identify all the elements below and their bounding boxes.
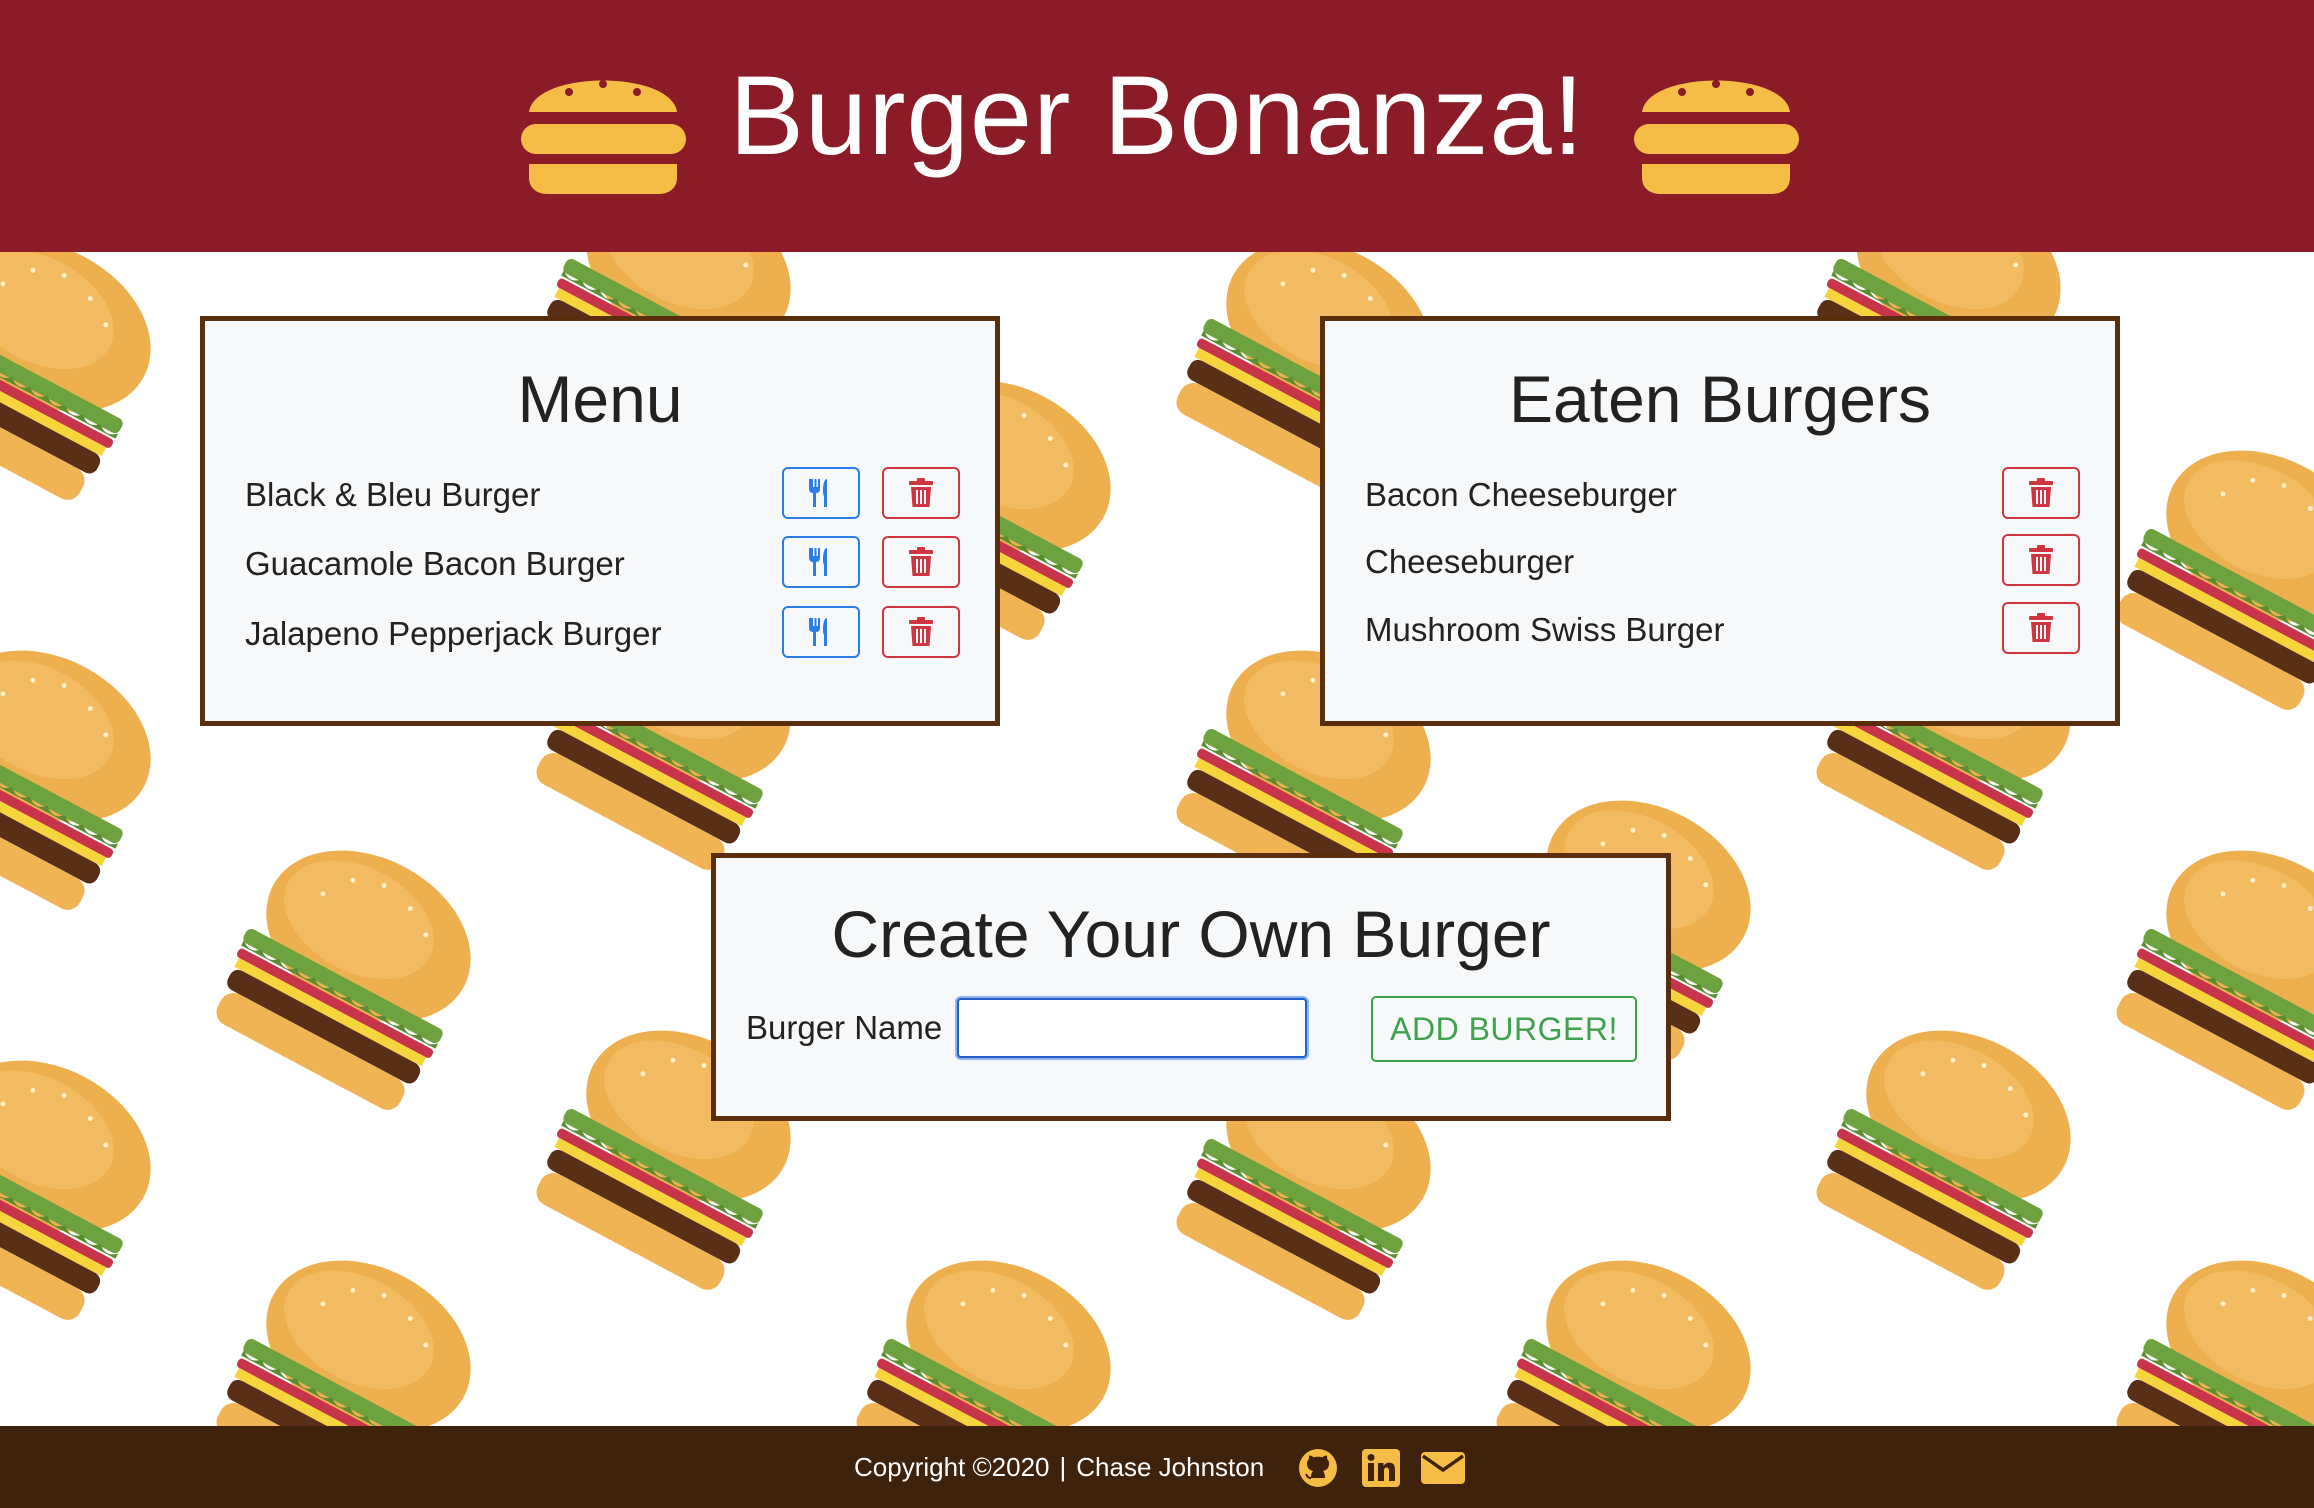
- copyright-text: Copyright ©2020: [854, 1452, 1050, 1482]
- menu-row: Jalapeno Pepperjack Burger: [245, 606, 960, 662]
- delete-button[interactable]: [2002, 534, 2080, 586]
- trash-icon: [909, 617, 933, 646]
- delete-button[interactable]: [2002, 467, 2080, 519]
- utensils-icon: [809, 479, 827, 507]
- menu-card: Menu Black & Bleu Burger Guacamole Bacon…: [200, 316, 1000, 726]
- utensils-icon: [809, 618, 827, 646]
- site-footer: Copyright ©2020 | Chase Johnston: [0, 1426, 2314, 1508]
- trash-icon: [2029, 478, 2053, 507]
- devour-button[interactable]: [782, 467, 860, 519]
- linkedin-icon[interactable]: [1361, 1448, 1401, 1488]
- burger-name: Cheeseburger: [1365, 543, 1575, 580]
- burger-name-input[interactable]: [955, 996, 1309, 1060]
- trash-icon: [909, 478, 933, 507]
- eaten-row: Cheeseburger: [1365, 534, 2080, 590]
- footer-credits: Copyright ©2020 | Chase Johnston: [854, 1448, 1264, 1486]
- eaten-burgers-card: Eaten Burgers Bacon Cheeseburger Cheeseb…: [1320, 316, 2120, 726]
- envelope-icon[interactable]: [1420, 1448, 1466, 1488]
- burger-name: Bacon Cheeseburger: [1365, 476, 1677, 513]
- menu-row: Guacamole Bacon Burger: [245, 536, 960, 592]
- footer-separator: |: [1059, 1452, 1067, 1482]
- delete-button[interactable]: [882, 467, 960, 519]
- delete-button[interactable]: [882, 606, 960, 658]
- devour-button[interactable]: [782, 536, 860, 588]
- menu-title: Menu: [517, 362, 683, 436]
- delete-button[interactable]: [2002, 602, 2080, 654]
- delete-button[interactable]: [882, 536, 960, 588]
- add-burger-button[interactable]: ADD BURGER!: [1371, 996, 1637, 1062]
- burger-icon: [1634, 80, 1799, 194]
- eaten-title: Eaten Burgers: [1509, 362, 1931, 436]
- github-icon[interactable]: [1298, 1448, 1338, 1488]
- page-title: Burger Bonanza!: [729, 53, 1585, 178]
- menu-row: Black & Bleu Burger: [245, 467, 960, 523]
- eaten-row: Mushroom Swiss Burger: [1365, 602, 2080, 658]
- author-name: Chase Johnston: [1076, 1452, 1265, 1482]
- utensils-icon: [809, 548, 827, 576]
- burger-name: Mushroom Swiss Burger: [1365, 611, 1725, 648]
- trash-icon: [2029, 613, 2053, 642]
- create-burger-card: Create Your Own Burger Burger Name ADD B…: [711, 853, 1671, 1121]
- trash-icon: [909, 547, 933, 576]
- site-header: Burger Bonanza!: [0, 0, 2314, 252]
- eaten-row: Bacon Cheeseburger: [1365, 467, 2080, 523]
- create-title: Create Your Own Burger: [831, 897, 1551, 971]
- burger-name: Jalapeno Pepperjack Burger: [245, 615, 662, 652]
- burger-name: Guacamole Bacon Burger: [245, 545, 625, 582]
- burger-name-label: Burger Name: [746, 1009, 943, 1046]
- devour-button[interactable]: [782, 606, 860, 658]
- trash-icon: [2029, 545, 2053, 574]
- burger-name: Black & Bleu Burger: [245, 476, 541, 513]
